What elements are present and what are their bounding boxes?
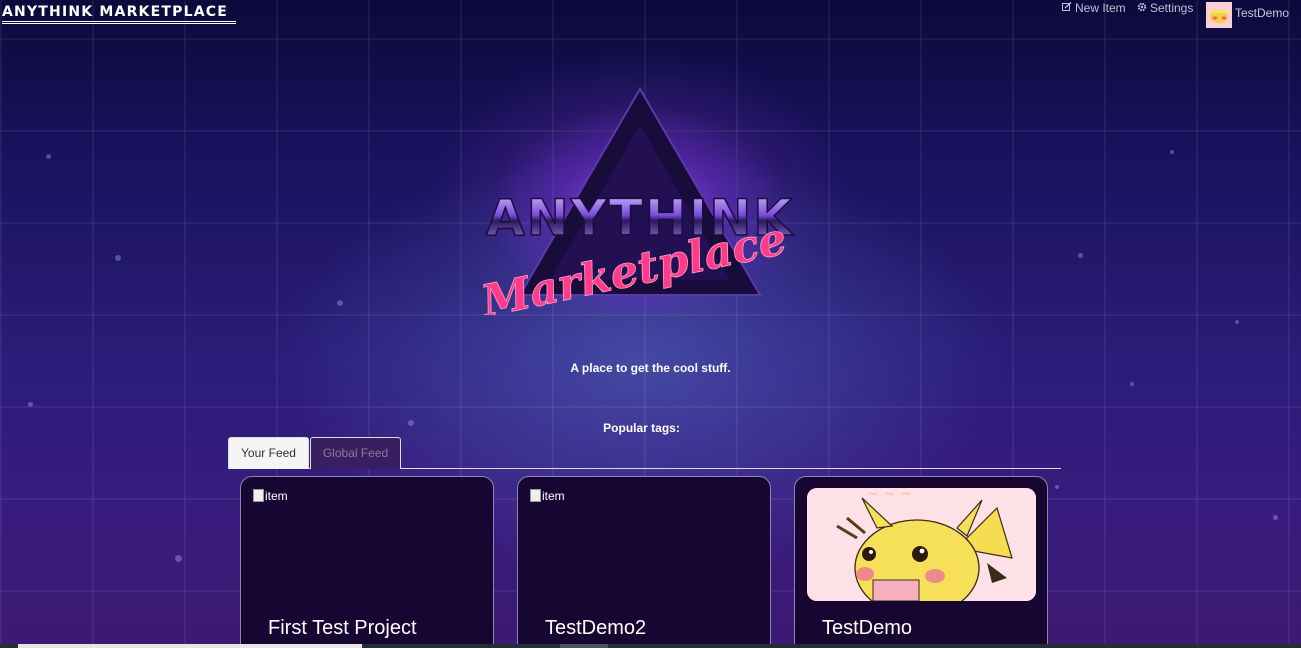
new-item-label: New Item	[1075, 1, 1126, 15]
background-star	[337, 300, 343, 306]
background-star	[28, 402, 33, 407]
user-profile-link[interactable]: TestDemo	[1235, 6, 1289, 20]
item-card[interactable]: ~ ~ ~ TestDemo	[794, 476, 1048, 648]
background-star	[46, 154, 51, 159]
broken-image: item	[530, 489, 565, 503]
broken-image-icon	[253, 489, 264, 502]
background-star	[115, 255, 121, 261]
background-star	[1273, 515, 1278, 520]
new-item-link[interactable]: New Item	[1062, 1, 1126, 15]
item-title[interactable]: First Test Project	[268, 617, 417, 640]
item-title[interactable]: TestDemo	[822, 617, 912, 640]
item-image[interactable]: ~ ~ ~	[807, 488, 1036, 601]
bottom-scrollbar[interactable]	[0, 644, 1301, 648]
background-star	[175, 555, 182, 562]
scrollbar-thumb[interactable]	[560, 644, 608, 648]
settings-label: Settings	[1150, 1, 1194, 15]
background-star	[1055, 485, 1059, 489]
broken-image-icon	[530, 489, 541, 502]
popular-tags-label: Popular tags:	[603, 421, 680, 435]
gear-icon	[1137, 1, 1147, 15]
edit-icon	[1062, 1, 1072, 15]
background-star	[1170, 150, 1174, 154]
image-alt-text: item	[542, 489, 565, 503]
item-card[interactable]: item First Test Project	[240, 476, 494, 648]
user-avatar[interactable]	[1206, 2, 1232, 28]
tab-global-feed[interactable]: Global Feed	[310, 437, 401, 469]
top-navbar: ANYTHINK MARKETPLACE New Item Settings T…	[0, 0, 1301, 30]
brand-logo-link[interactable]: ANYTHINK MARKETPLACE	[2, 4, 236, 24]
feed-tabs: Your Feed Global Feed	[228, 437, 1061, 469]
background-star	[1235, 320, 1239, 324]
settings-link[interactable]: Settings	[1137, 1, 1193, 15]
item-title[interactable]: TestDemo2	[545, 617, 646, 640]
background-star	[1078, 253, 1083, 258]
broken-image: item	[253, 489, 288, 503]
tab-your-feed[interactable]: Your Feed	[228, 437, 309, 469]
svg-text:~ ~ ~: ~ ~ ~	[867, 488, 912, 502]
background-star	[1130, 382, 1134, 386]
hero-logo: ANYTHINK Marketplace	[460, 85, 820, 329]
scrollbar-track-segment	[18, 644, 362, 648]
hero-tagline: A place to get the cool stuff.	[570, 361, 731, 375]
item-card[interactable]: item TestDemo2	[517, 476, 771, 648]
image-alt-text: item	[265, 489, 288, 503]
